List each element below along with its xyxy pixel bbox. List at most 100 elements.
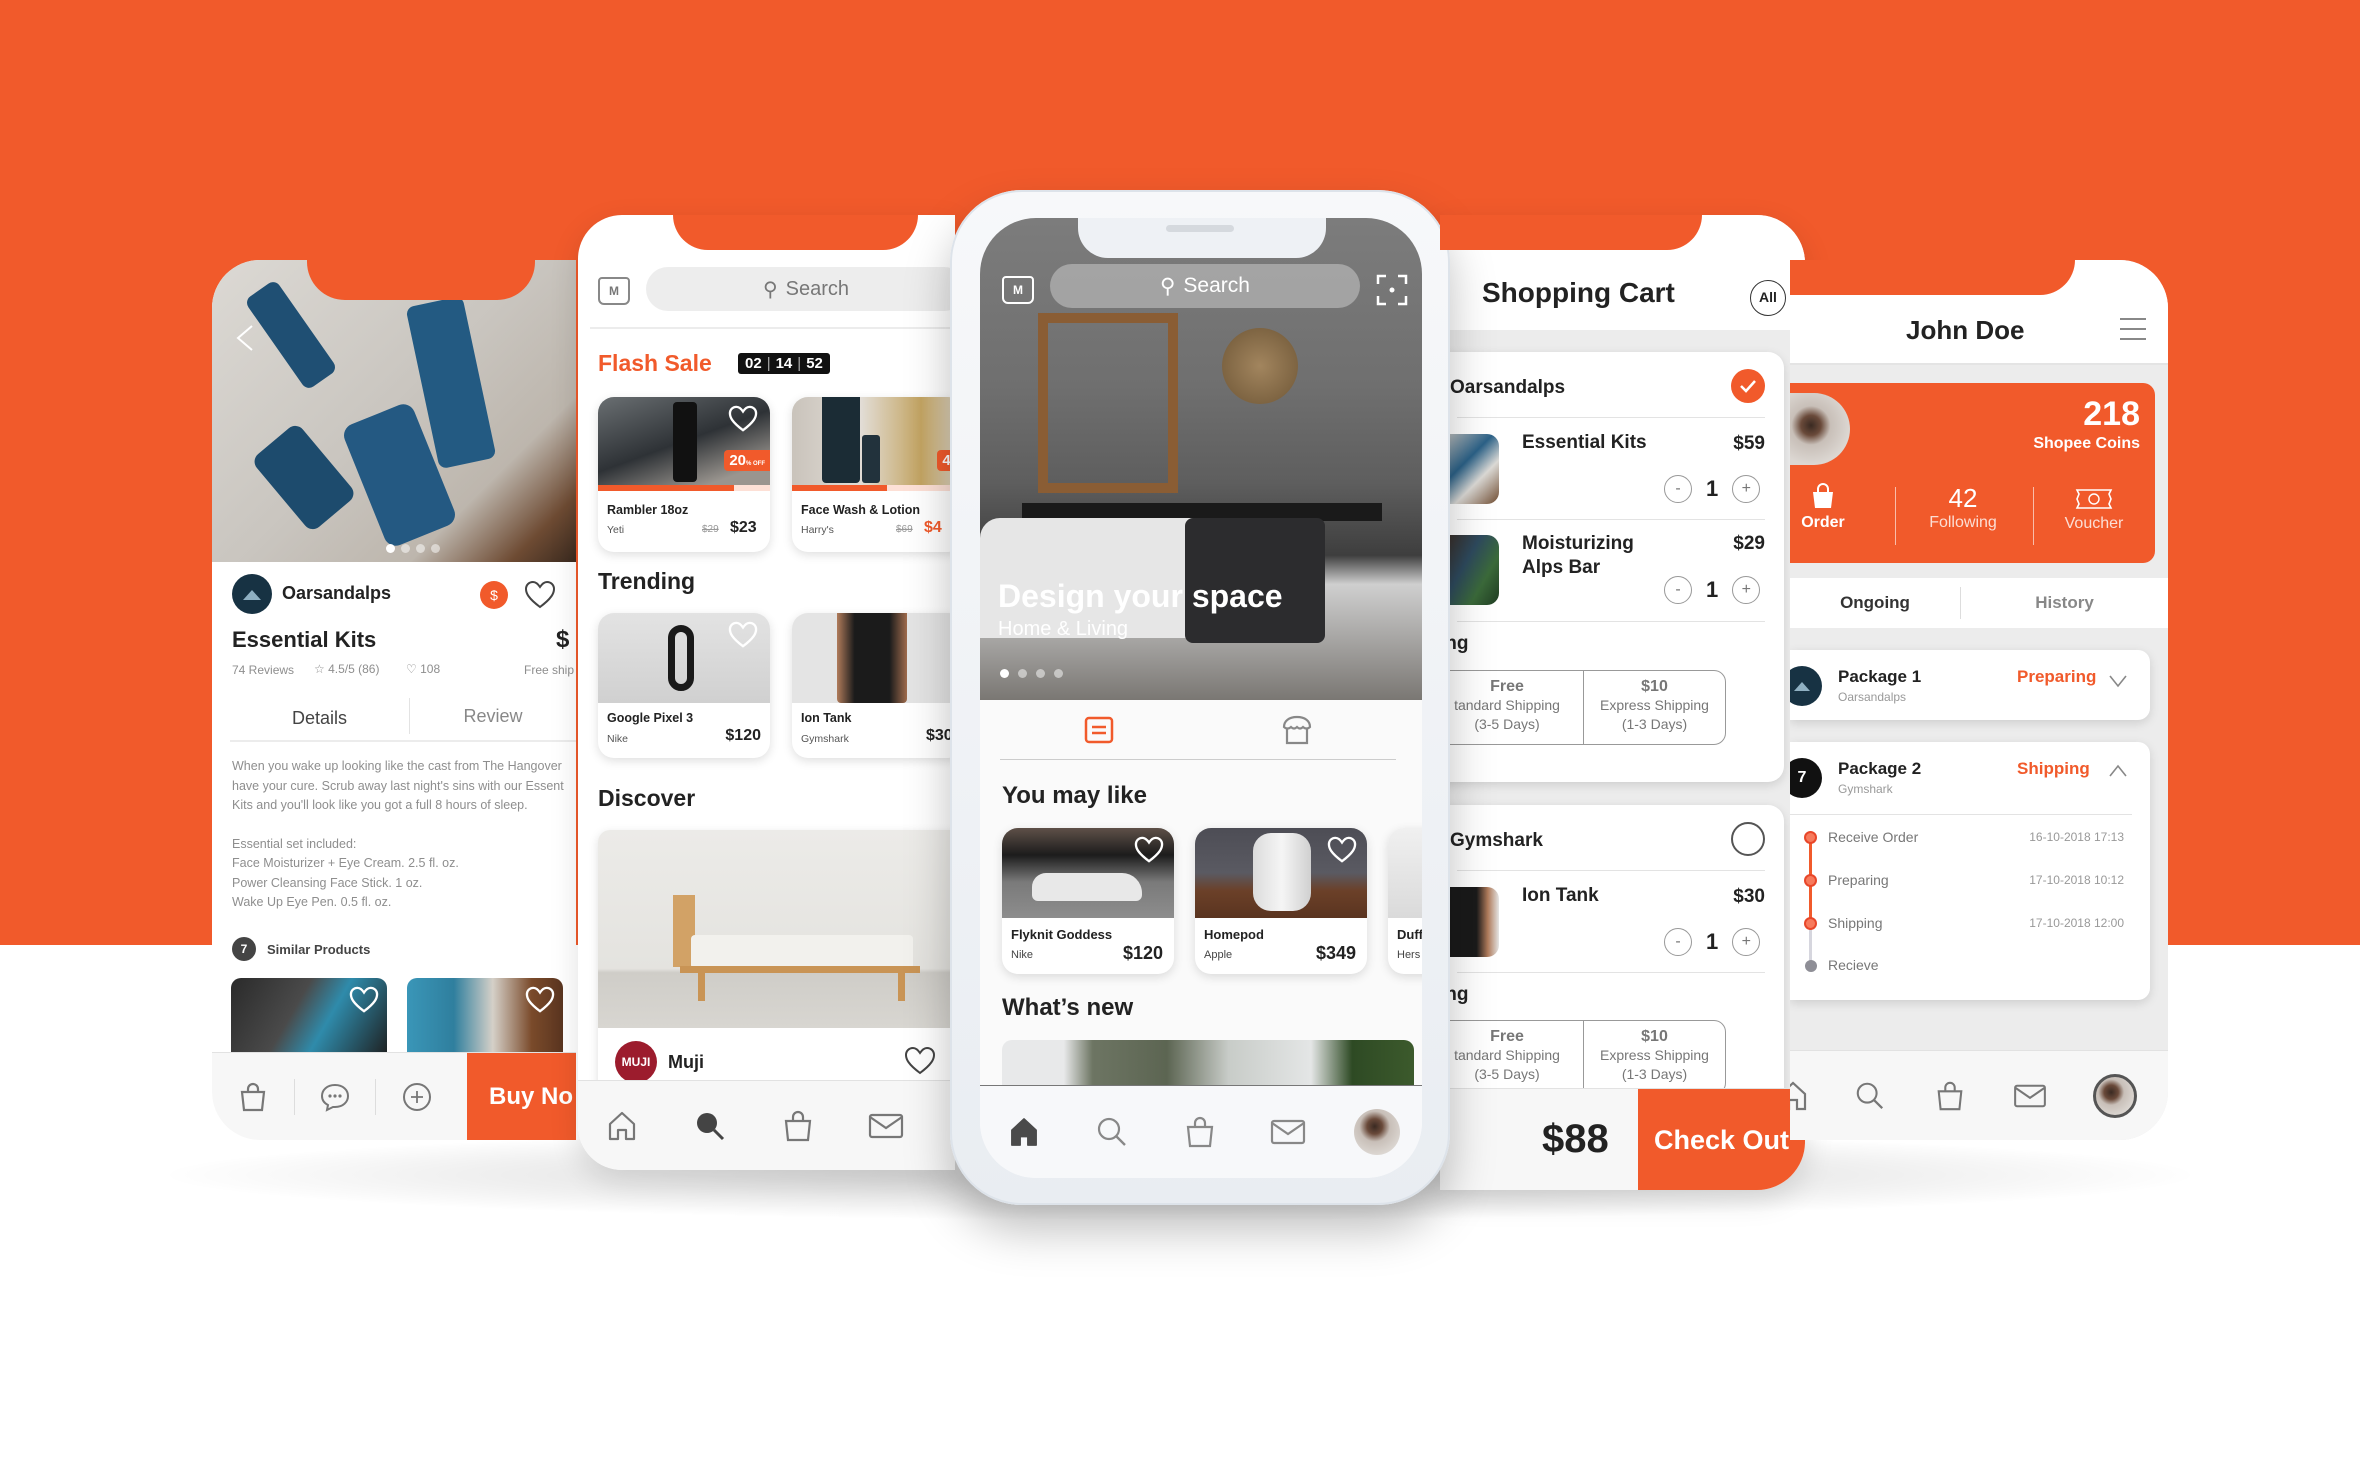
profile-avatar-tab[interactable] — [2070, 1051, 2160, 1141]
mail-icon[interactable] — [1244, 1086, 1332, 1179]
shipping-option-express[interactable]: $10 Express Shipping (1-3 Days) — [1584, 671, 1725, 744]
tab-review[interactable]: Review — [410, 696, 576, 740]
store-select-checkbox[interactable] — [1731, 822, 1765, 856]
similar-product-card[interactable] — [407, 978, 563, 1058]
mail-icon[interactable] — [842, 1081, 930, 1171]
buy-now-button[interactable]: Buy No — [467, 1053, 576, 1140]
store-tab-icon[interactable] — [1198, 700, 1396, 760]
cart-store-card: Oarsandalps Essential Kits $59 - 1 + Moi… — [1440, 352, 1784, 782]
profile-stat-following[interactable]: 42 Following — [1900, 483, 2026, 532]
shipping-option-standard[interactable]: Free tandard Shipping (3-5 Days) — [1440, 671, 1584, 744]
add-icon[interactable] — [376, 1053, 458, 1141]
flash-sale-item[interactable]: 40 Face Wash & Lotion Harry's $69 $4 — [792, 397, 955, 552]
scan-icon[interactable] — [1376, 274, 1408, 306]
search-input[interactable]: ⚲ Search — [1050, 264, 1360, 308]
mail-icon[interactable] — [1990, 1051, 2070, 1141]
decrement-button[interactable]: - — [1664, 576, 1692, 604]
profile-stat-order[interactable]: Order — [1790, 483, 1856, 532]
seller-avatar[interactable] — [232, 574, 272, 614]
app-logo-icon[interactable]: M — [598, 277, 630, 305]
timeline-step-time: 16-10-2018 17:13 — [2029, 830, 2124, 844]
carousel-dot[interactable] — [431, 544, 440, 553]
heart-icon[interactable] — [349, 986, 379, 1014]
recommended-item[interactable]: Homepod Apple $349 — [1195, 828, 1367, 974]
carousel-dot[interactable] — [1036, 669, 1045, 678]
package-title: Package 2 — [1838, 759, 1922, 778]
reviews-count[interactable]: 74 Reviews — [232, 663, 294, 677]
heart-icon[interactable] — [1134, 836, 1164, 864]
list-tab-icon[interactable] — [1000, 700, 1198, 760]
home-icon[interactable] — [578, 1081, 666, 1171]
heart-icon[interactable] — [903, 1046, 937, 1076]
store-name[interactable]: Oarsandalps — [1450, 377, 1565, 399]
search-icon[interactable] — [1068, 1086, 1156, 1179]
carousel-dot[interactable] — [416, 544, 425, 553]
home-icon[interactable] — [1790, 1051, 1830, 1141]
search-icon[interactable] — [666, 1081, 754, 1171]
cart-item-thumbnail[interactable] — [1443, 434, 1499, 504]
decrement-button[interactable]: - — [1664, 928, 1692, 956]
tab-details[interactable]: Details — [230, 698, 410, 734]
carousel-dot[interactable] — [1054, 669, 1063, 678]
increment-button[interactable]: + — [1732, 475, 1761, 503]
trending-item[interactable]: Ion Tank Gymshark $30 — [792, 613, 955, 758]
seller-name[interactable]: Oarsandalps — [282, 583, 391, 604]
checkout-button[interactable]: Check Out — [1638, 1089, 1805, 1190]
search-icon[interactable] — [1830, 1051, 1910, 1141]
phone-notch — [1790, 260, 2075, 295]
similar-products-label[interactable]: Similar Products — [267, 942, 370, 957]
chevron-up-icon[interactable] — [2108, 764, 2128, 778]
trending-title: Trending — [598, 568, 696, 594]
profile-avatar-tab[interactable] — [1332, 1086, 1422, 1179]
store-name[interactable]: Gymshark — [1450, 830, 1543, 852]
back-chevron-icon[interactable] — [232, 322, 256, 354]
heart-icon[interactable] — [1327, 836, 1357, 864]
chevron-down-icon[interactable] — [2108, 674, 2128, 688]
whats-new-banner[interactable] — [1002, 1040, 1414, 1085]
shipping-option-standard[interactable]: Free tandard Shipping (3-5 Days) — [1440, 1021, 1584, 1094]
description-line: Kits and you'll look like you got a full… — [232, 798, 528, 812]
bag-icon[interactable] — [212, 1053, 294, 1141]
carousel-dot-active[interactable] — [1000, 669, 1009, 678]
bag-icon[interactable] — [754, 1081, 842, 1171]
home-icon[interactable] — [980, 1086, 1068, 1179]
heart-icon[interactable] — [524, 580, 556, 610]
trending-item[interactable]: Google Pixel 3 Nike $120 — [598, 613, 770, 758]
package-card[interactable]: 7 Package 2 Gymshark Shipping Receive Or… — [1790, 742, 2150, 1000]
tab-history[interactable]: History — [1961, 593, 2168, 613]
tab-ongoing[interactable]: Ongoing — [1790, 593, 1960, 613]
shipping-days: (1-3 Days) — [1621, 716, 1688, 732]
decrement-button[interactable]: - — [1664, 475, 1692, 503]
app-logo-icon[interactable]: M — [1002, 276, 1034, 304]
hamburger-menu-icon[interactable] — [2120, 318, 2146, 340]
similar-product-card[interactable] — [231, 978, 387, 1058]
store-name[interactable]: Muji — [668, 1052, 704, 1073]
search-input[interactable]: ⚲ Search — [646, 267, 955, 311]
bag-icon[interactable] — [1156, 1086, 1244, 1179]
increment-button[interactable]: + — [1732, 928, 1761, 956]
cart-item-thumbnail[interactable] — [1443, 535, 1499, 605]
dollar-coin-icon[interactable]: $ — [480, 581, 508, 609]
shipping-option-express[interactable]: $10 Express Shipping (1-3 Days) — [1584, 1021, 1725, 1094]
product-action-bar: Buy No — [212, 1052, 576, 1140]
cart-item-thumbnail[interactable] — [1443, 887, 1499, 957]
recommended-item[interactable]: Duff Hers — [1388, 828, 1422, 974]
heart-icon[interactable] — [728, 621, 758, 649]
increment-button[interactable]: + — [1732, 576, 1761, 604]
bag-icon[interactable] — [1910, 1051, 1990, 1141]
carousel-dot-active[interactable] — [386, 544, 395, 553]
discover-card[interactable]: MUJI Muji — [598, 830, 955, 1090]
carousel-dot[interactable] — [1018, 669, 1027, 678]
heart-icon[interactable] — [525, 986, 555, 1014]
package-card[interactable]: Package 1 Oarsandalps Preparing — [1790, 650, 2150, 720]
profile-stat-voucher[interactable]: Voucher — [2038, 488, 2150, 533]
recommended-item[interactable]: Flyknit Goddess Nike $120 — [1002, 828, 1174, 974]
store-logo[interactable]: MUJI — [615, 1041, 657, 1083]
carousel-dot[interactable] — [401, 544, 410, 553]
store-select-checkbox[interactable] — [1731, 369, 1765, 403]
heart-icon[interactable] — [728, 405, 758, 433]
flash-sale-item[interactable]: 20% OFF Rambler 18oz Yeti $29 $23 — [598, 397, 770, 552]
avatar[interactable] — [1790, 393, 1850, 465]
chat-icon[interactable] — [295, 1053, 375, 1141]
select-all-button[interactable]: All — [1750, 280, 1786, 316]
